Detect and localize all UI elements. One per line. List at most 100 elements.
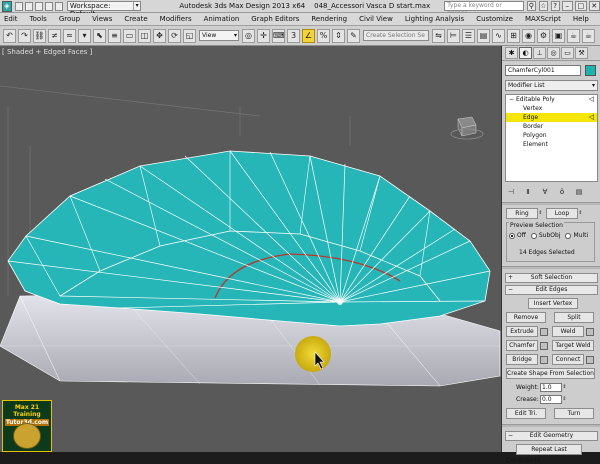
chamfer-button[interactable]: Chamfer xyxy=(506,340,538,351)
light-bulb-icon[interactable]: ◁ xyxy=(589,95,594,103)
render-iterative-icon[interactable]: ☕ xyxy=(582,28,595,43)
repeat-last-button[interactable]: Repeat Last xyxy=(516,444,582,455)
workspace-dropdown[interactable]: Workspace: Default ▾ xyxy=(66,1,142,18)
menu-views[interactable]: Views xyxy=(86,15,118,23)
create-shape-from-selection-button[interactable]: Create Shape From Selection xyxy=(506,368,595,379)
weight-input[interactable]: 1.0 xyxy=(540,383,562,392)
save-file-icon[interactable] xyxy=(34,1,43,11)
maximize-button[interactable]: □ xyxy=(575,1,587,11)
preview-multi-radio[interactable]: Multi xyxy=(565,232,588,239)
menu-maxscript[interactable]: MAXScript xyxy=(519,15,567,23)
pivot-center-icon[interactable]: ◎ xyxy=(242,28,255,43)
tab-utilities[interactable]: ⚒ xyxy=(575,47,588,59)
menu-civil-view[interactable]: Civil View xyxy=(353,15,399,23)
viewport-label[interactable]: [ Shaded + Edged Faces ] xyxy=(2,48,92,56)
reference-coordinate-dropdown[interactable]: View xyxy=(199,30,239,41)
tab-motion[interactable]: ◎ xyxy=(547,47,560,59)
remove-button[interactable]: Remove xyxy=(506,312,546,323)
stack-item-edge[interactable]: Edge ◁ xyxy=(506,113,597,122)
keyboard-shortcut-icon[interactable]: ⌨ xyxy=(272,28,285,43)
extrude-settings-button[interactable] xyxy=(540,327,548,336)
menu-help[interactable]: Help xyxy=(567,15,595,23)
menu-animation[interactable]: Animation xyxy=(198,15,246,23)
selection-filter-icon[interactable]: ▾ xyxy=(78,28,91,43)
select-by-name-icon[interactable]: ≡ xyxy=(108,28,121,43)
menu-group[interactable]: Group xyxy=(53,15,86,23)
bind-space-warp-icon[interactable]: ≈ xyxy=(63,28,76,43)
select-object-icon[interactable]: ⬉ xyxy=(93,28,106,43)
crease-spinner[interactable]: ⇕ xyxy=(562,394,567,405)
curve-editor-icon[interactable]: ∿ xyxy=(492,28,505,43)
weld-button[interactable]: Weld xyxy=(552,326,584,337)
render-production-icon[interactable]: ☕ xyxy=(567,28,580,43)
menu-edit[interactable]: Edit xyxy=(0,15,24,23)
stack-item-element[interactable]: Element xyxy=(506,140,597,149)
menu-graph-editors[interactable]: Graph Editors xyxy=(245,15,305,23)
schematic-view-icon[interactable]: ⊞ xyxy=(507,28,520,43)
rectangle-selection-icon[interactable]: ▭ xyxy=(123,28,136,43)
loop-spinner[interactable]: ⇕ xyxy=(578,208,583,219)
tab-display[interactable]: ▭ xyxy=(561,47,574,59)
menu-create[interactable]: Create xyxy=(118,15,153,23)
stack-item-editable-poly[interactable]: Editable Poly xyxy=(506,95,597,104)
minimize-button[interactable]: – xyxy=(561,1,574,11)
preview-off-radio[interactable]: Off xyxy=(509,232,526,239)
menu-lighting-analysis[interactable]: Lighting Analysis xyxy=(399,15,470,23)
redo-icon[interactable] xyxy=(54,1,63,11)
make-unique-icon[interactable]: ∀ xyxy=(539,187,551,198)
turn-button[interactable]: Turn xyxy=(554,408,594,419)
perspective-viewport[interactable]: [ Shaded + Edged Faces ] Max 21 Training xyxy=(0,46,502,452)
new-file-icon[interactable] xyxy=(14,1,23,11)
object-name-field[interactable]: ChamferCyl001 xyxy=(505,65,581,76)
configure-modifier-sets-icon[interactable]: ▤ xyxy=(573,187,585,198)
scene-render[interactable] xyxy=(0,46,502,452)
graphite-ribbon-icon[interactable]: ▤ xyxy=(477,28,490,43)
chamfer-settings-button[interactable] xyxy=(540,341,548,350)
bridge-settings-button[interactable] xyxy=(540,355,548,364)
soft-selection-rollout[interactable]: + Soft Selection xyxy=(505,273,598,283)
split-button[interactable]: Split xyxy=(554,312,594,323)
open-file-icon[interactable] xyxy=(24,1,33,11)
weld-settings-button[interactable] xyxy=(586,327,594,336)
search-input[interactable]: Type a keyword or phrase xyxy=(444,1,524,17)
material-editor-icon[interactable]: ◉ xyxy=(522,28,535,43)
render-setup-icon[interactable]: ⚙ xyxy=(537,28,550,43)
menu-rendering[interactable]: Rendering xyxy=(305,15,353,23)
app-icon[interactable]: ◈ xyxy=(2,0,12,12)
edit-edges-rollout[interactable]: − Edit Edges xyxy=(505,285,598,295)
object-color-swatch[interactable] xyxy=(585,65,596,76)
crease-input[interactable]: 0.0 xyxy=(540,395,562,404)
layer-manager-icon[interactable]: ☰ xyxy=(462,28,475,43)
connect-button[interactable]: Connect xyxy=(552,354,584,365)
show-end-result-icon[interactable]: Ⅱ xyxy=(522,187,534,198)
insert-vertex-button[interactable]: Insert Vertex xyxy=(528,298,578,309)
bridge-button[interactable]: Bridge xyxy=(506,354,538,365)
menu-customize[interactable]: Customize xyxy=(470,15,519,23)
tab-modify[interactable]: ◐ xyxy=(519,47,532,59)
remove-modifier-icon[interactable]: ǒ xyxy=(556,187,568,198)
pin-stack-icon[interactable]: ⊣ xyxy=(505,187,517,198)
undo-icon[interactable] xyxy=(44,1,53,11)
edit-tri-button[interactable]: Edit Tri. xyxy=(506,408,546,419)
scale-icon[interactable]: ◱ xyxy=(183,28,196,43)
edit-named-selection-icon[interactable]: ✎ xyxy=(347,28,360,43)
loop-button[interactable]: Loop xyxy=(546,208,578,219)
weight-spinner[interactable]: ⇕ xyxy=(562,382,567,393)
star-icon[interactable]: ☆ xyxy=(538,1,548,11)
window-crossing-icon[interactable]: ◫ xyxy=(138,28,151,43)
target-weld-button[interactable]: Target Weld xyxy=(552,340,594,351)
edit-geometry-rollout[interactable]: − Edit Geometry xyxy=(505,431,598,441)
help-icon[interactable]: ? xyxy=(550,1,560,11)
ring-spinner[interactable]: ⇕ xyxy=(538,208,543,219)
stack-item-border[interactable]: Border xyxy=(506,122,597,131)
angle-snap-icon[interactable]: ∠ xyxy=(302,28,315,43)
extrude-button[interactable]: Extrude xyxy=(506,326,538,337)
percent-snap-icon[interactable]: % xyxy=(317,28,330,43)
rotate-icon[interactable]: ⟳ xyxy=(168,28,181,43)
snap-toggle-icon[interactable]: 3 xyxy=(287,28,300,43)
menu-modifiers[interactable]: Modifiers xyxy=(154,15,198,23)
rendered-frame-icon[interactable]: ▣ xyxy=(552,28,565,43)
undo-icon[interactable]: ↶ xyxy=(3,28,16,43)
select-manipulate-icon[interactable]: ✛ xyxy=(257,28,270,43)
move-icon[interactable]: ✥ xyxy=(153,28,166,43)
